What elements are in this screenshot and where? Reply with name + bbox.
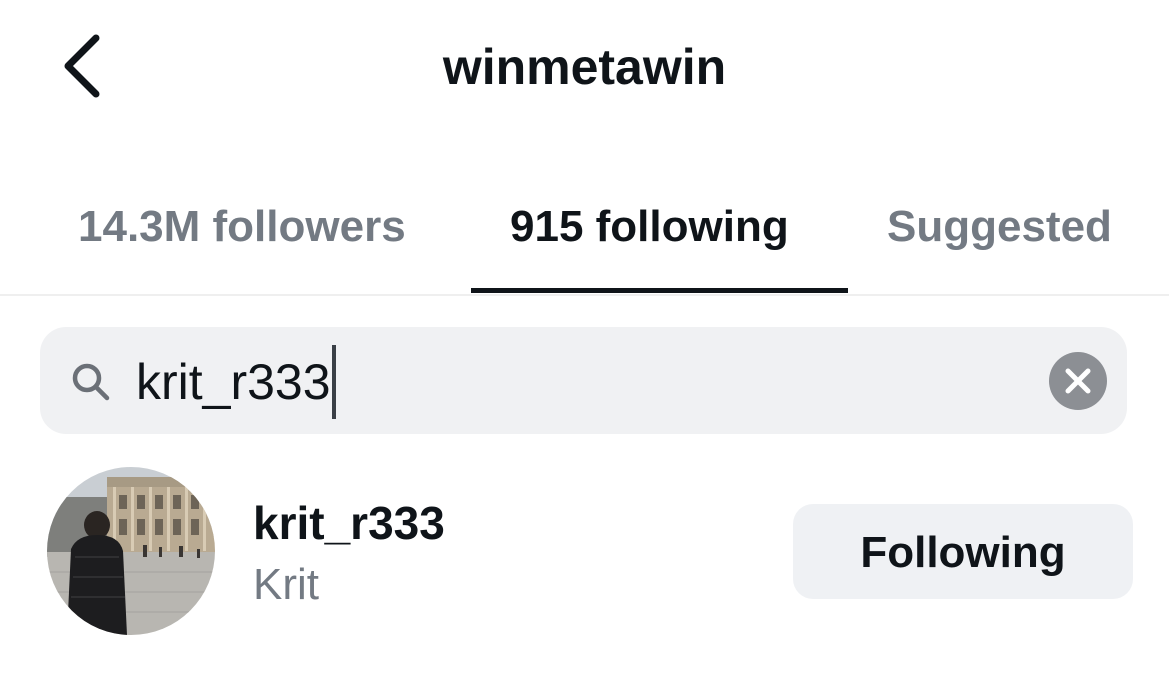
tab-followers[interactable]: 14.3M followers: [78, 202, 406, 252]
search-input[interactable]: krit_r333: [136, 345, 996, 419]
top-header: winmetawin: [0, 0, 1169, 140]
tab-suggested[interactable]: Suggested: [887, 202, 1112, 252]
tab-bar: 14.3M followers 915 following Suggested: [0, 180, 1169, 296]
clear-icon: [1065, 368, 1091, 394]
following-button[interactable]: Following: [793, 504, 1133, 599]
result-username[interactable]: krit_r333: [253, 496, 445, 550]
list-item[interactable]: krit_r333 Krit Following: [0, 460, 1169, 650]
clear-search-button[interactable]: [1049, 352, 1107, 410]
text-caret: [331, 345, 336, 419]
search-bar[interactable]: krit_r333: [40, 327, 1127, 434]
active-tab-indicator: [471, 288, 848, 293]
result-display-name: Krit: [253, 560, 319, 609]
page-title: winmetawin: [442, 39, 727, 95]
avatar[interactable]: [47, 467, 215, 635]
tab-following[interactable]: 915 following: [510, 202, 789, 252]
search-input-text: krit_r333: [136, 354, 331, 411]
search-icon: [72, 363, 110, 401]
avatar-photo: [47, 467, 215, 635]
